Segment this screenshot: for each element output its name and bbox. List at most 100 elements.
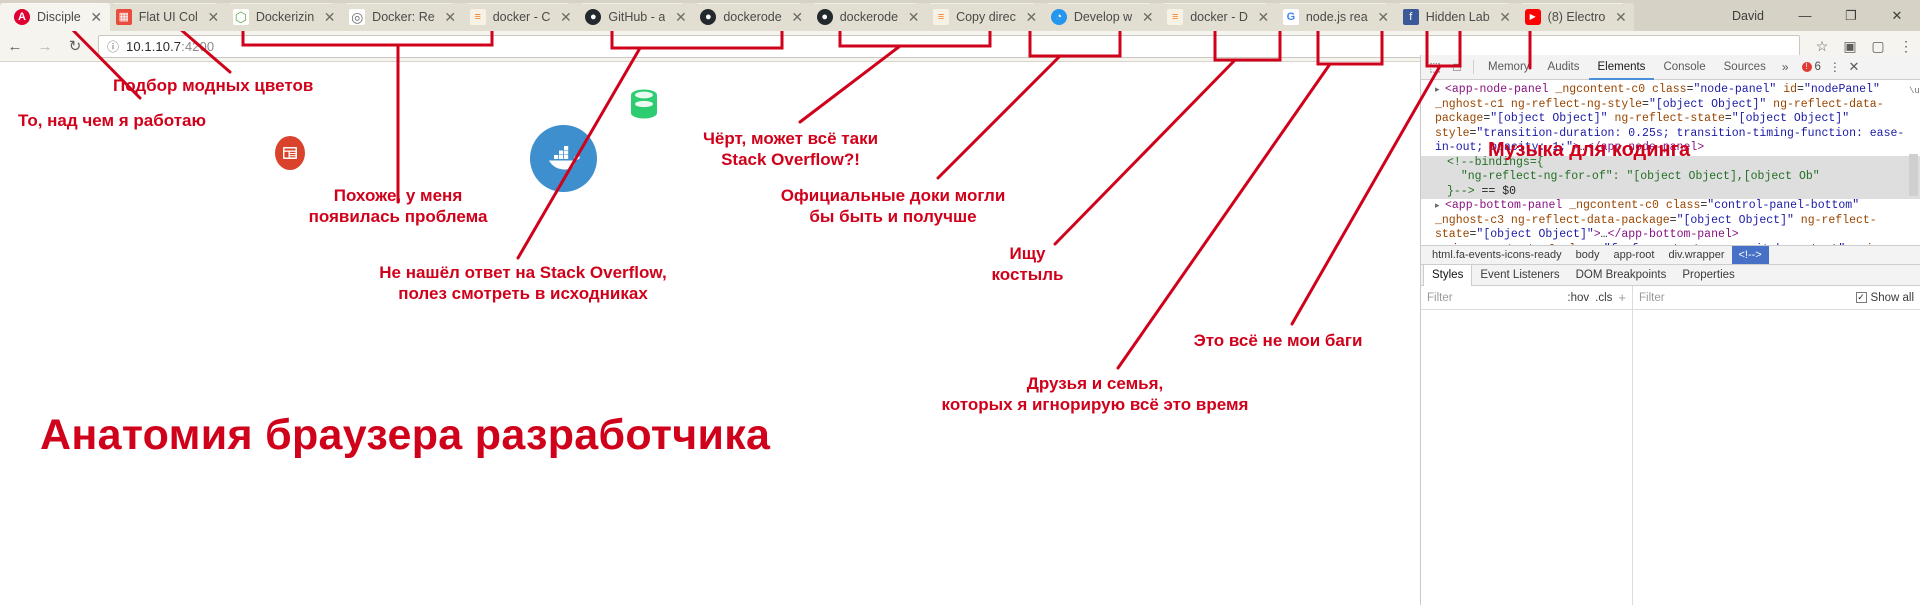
tab-close-icon[interactable]: ✕ <box>322 10 337 25</box>
tab-close-icon[interactable]: ✕ <box>558 10 573 25</box>
database-icon[interactable] <box>629 88 659 120</box>
devtools-tab-sources[interactable]: Sources <box>1715 55 1775 80</box>
breadcrumb-item[interactable]: <!--> <box>1731 246 1769 264</box>
tab-close-icon[interactable]: ✕ <box>89 10 104 25</box>
tab-close-icon[interactable]: ✕ <box>1376 10 1391 25</box>
styles-rules-area[interactable] <box>1421 310 1633 605</box>
tab-close-icon[interactable]: ✕ <box>1256 10 1271 25</box>
dom-tree[interactable]: ▸ <app-node-panel _ngcontent-c0 class="no… <box>1421 80 1920 245</box>
tab-close-icon[interactable]: ✕ <box>1140 10 1155 25</box>
tab-close-icon[interactable]: ✕ <box>443 10 458 25</box>
red-app-icon[interactable] <box>275 136 305 170</box>
computed-styles-area[interactable] <box>1633 310 1920 605</box>
show-all-toggle[interactable]: ✓ Show all <box>1855 292 1914 304</box>
tab-title: Disciple <box>37 10 81 24</box>
devtools-tab-audits[interactable]: Audits <box>1539 55 1589 80</box>
browser-tab[interactable]: ▦ Flat UI Col ✕ <box>101 3 227 31</box>
browser-tab[interactable]: ▶ (8) Electro ✕ <box>1510 3 1635 31</box>
annotation-not-my-bugs: Это всё не мои баги <box>1193 331 1363 350</box>
device-toolbar-icon[interactable]: □ <box>1446 56 1468 78</box>
browser-tab[interactable]: ≡ docker - D ✕ <box>1153 3 1277 31</box>
browser-tab[interactable]: ≡ docker - C ✕ <box>455 3 580 31</box>
maximize-button[interactable]: ❐ <box>1828 0 1874 31</box>
dom-token: }--> <box>1447 184 1475 198</box>
new-style-rule-icon[interactable]: + <box>1618 290 1626 305</box>
tab-close-icon[interactable]: ✕ <box>906 10 921 25</box>
dom-token: <i <box>1445 243 1459 246</box>
expand-triangle-icon[interactable]: ▸ <box>1435 243 1445 246</box>
back-icon[interactable]: ← <box>0 31 30 62</box>
annotation-working-on: То, над чем я работаю <box>18 111 207 130</box>
styles-subtab-dom-breakpoints[interactable]: DOM Breakpoints <box>1568 265 1675 286</box>
breadcrumb-item[interactable]: app-root <box>1606 246 1661 264</box>
tab-close-icon[interactable]: ✕ <box>790 10 805 25</box>
browser-tab[interactable]: ⬡ Dockerizin ✕ <box>218 3 344 31</box>
breadcrumb-item[interactable]: body <box>1569 246 1607 264</box>
github-icon: ● <box>585 9 602 25</box>
tab-title: Copy direc <box>956 10 1016 24</box>
devtools-menu-icon[interactable]: ⋮ <box>1827 55 1843 80</box>
expand-triangle-icon[interactable]: ▸ <box>1435 83 1445 98</box>
hov-toggle[interactable]: :hov <box>1567 292 1589 304</box>
tab-close-icon[interactable]: ✕ <box>1024 10 1039 25</box>
show-all-checkbox[interactable]: ✓ <box>1855 292 1867 303</box>
scrollbar-thumb[interactable] <box>1909 154 1918 196</box>
tab-close-icon[interactable]: ✕ <box>673 10 688 25</box>
cls-toggle[interactable]: .cls <box>1595 292 1612 304</box>
site-info-icon[interactable]: ⓘ <box>107 38 119 55</box>
profile-name[interactable]: David <box>1714 9 1782 23</box>
browser-tab[interactable]: ● dockerode ✕ <box>802 3 928 31</box>
browser-tab[interactable]: ● dockerode ✕ <box>686 3 811 31</box>
browser-tab[interactable]: ≡ Copy direc ✕ <box>919 3 1045 31</box>
devtools-tab-console[interactable]: Console <box>1654 55 1714 80</box>
dom-node-line[interactable]: }--> == $0 <box>1421 184 1920 199</box>
tab-close-icon[interactable]: ✕ <box>1498 10 1513 25</box>
devtools-close-icon[interactable]: ✕ <box>1843 55 1865 80</box>
close-window-button[interactable]: ✕ <box>1874 0 1920 31</box>
dom-node-line[interactable]: "ng-reflect-ng-for-of": "[object Object]… <box>1421 170 1920 185</box>
computed-filter-input[interactable]: Filter <box>1639 292 1850 304</box>
forward-icon[interactable]: → <box>30 31 60 62</box>
breadcrumb-item[interactable]: html.fa-events-icons-ready <box>1425 246 1569 264</box>
dom-node-line[interactable]: ▸<i _ngcontent-c0 class="fa fa-content-c… <box>1421 243 1920 246</box>
flatui-icon: ▦ <box>115 9 132 25</box>
styles-subtab-properties[interactable]: Properties <box>1674 265 1742 286</box>
browser-tab[interactable]: A Disciple ✕ <box>0 3 110 31</box>
styles-subtab-styles[interactable]: Styles <box>1423 264 1473 286</box>
new-tab-button[interactable] <box>1638 11 1669 31</box>
dom-node-line[interactable]: ▸ <app-bottom-panel _ngcontent-c0 class="… <box>1421 199 1920 243</box>
browser-tab[interactable]: ◔ Develop w ✕ <box>1036 3 1162 31</box>
hexagon-icon: ⬡ <box>232 9 249 25</box>
styles-subtab-event-listeners[interactable]: Event Listeners <box>1472 265 1567 286</box>
browser-tab[interactable]: ◎ Docker: Re ✕ <box>335 3 464 31</box>
tab-close-icon[interactable]: ✕ <box>1613 10 1628 25</box>
browser-tab[interactable]: Gnode.js rea ✕ <box>1268 3 1397 31</box>
browser-tab[interactable]: f Hidden Lab ✕ <box>1388 3 1519 31</box>
styles-filter-input[interactable]: Filter <box>1427 292 1561 304</box>
tab-title: Develop w <box>1073 10 1133 24</box>
more-tabs-icon[interactable]: » <box>1775 60 1796 74</box>
tab-title: node.js rea <box>1305 10 1368 24</box>
annotation-looking-for-crutch: Ищу костыль <box>991 244 1064 284</box>
minimize-button[interactable]: — <box>1782 0 1828 31</box>
dom-scrollbar[interactable]: \u25b2 <box>1909 84 1920 239</box>
tab-title: Dockerizin <box>255 10 315 24</box>
expand-triangle-icon[interactable]: ▸ <box>1435 199 1445 214</box>
browser-tab[interactable]: ● GitHub - a ✕ <box>571 3 695 31</box>
devtools-tab-elements[interactable]: Elements <box>1589 55 1655 80</box>
dom-token: <app-bottom-panel <box>1445 199 1563 212</box>
globe-icon: ◎ <box>349 9 366 25</box>
error-count-badge[interactable]: ! 6 <box>1796 61 1827 73</box>
devtools-tab-memory[interactable]: Memory <box>1479 55 1539 80</box>
inspect-element-icon[interactable]: ⬚ <box>1424 56 1446 78</box>
dom-tree-lines: ▸ <app-node-panel _ngcontent-c0 class="no… <box>1421 83 1920 245</box>
tab-title: Hidden Lab <box>1425 10 1490 24</box>
docker-whale-icon[interactable] <box>530 125 597 192</box>
breadcrumb-item[interactable]: div.wrapper <box>1661 246 1731 264</box>
docker-icon: ◔ <box>1050 9 1067 25</box>
tab-close-icon[interactable]: ✕ <box>206 10 221 25</box>
dom-token: "[object Object]" <box>1476 228 1594 241</box>
dom-token: = <box>1669 213 1677 227</box>
scroll-up-icon[interactable]: \u25b2 <box>1909 84 1920 99</box>
reload-icon[interactable]: ↻ <box>60 31 90 62</box>
